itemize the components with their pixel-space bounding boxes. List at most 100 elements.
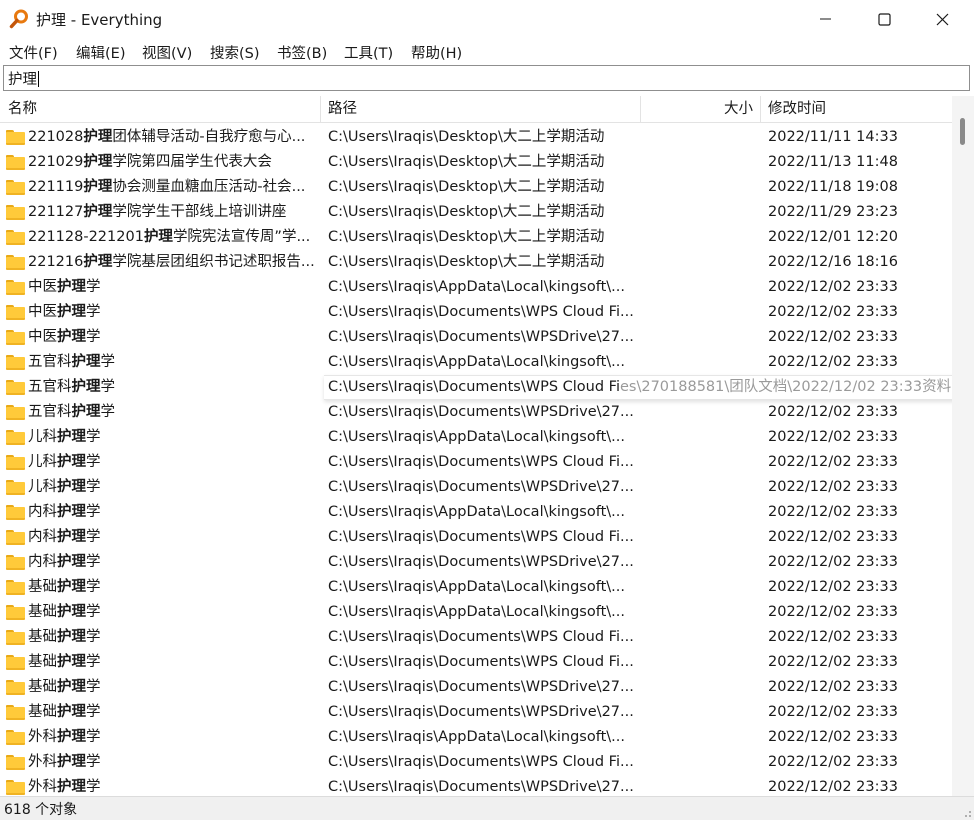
row-name-match: 护理 (57, 279, 86, 295)
row-date: 2022/12/01 12:20 (768, 229, 898, 245)
row-date: 2022/12/02 23:33 (768, 754, 898, 770)
row-name-suffix: 学 (86, 679, 101, 695)
row-name-suffix: 学院基层团组织书记述职报告... (112, 254, 315, 270)
menu-view[interactable]: 视图(V) (142, 42, 192, 63)
tooltip-text: C:\Users\Iraqis\Documents\WPS Cloud Fi (328, 379, 620, 395)
minimize-button[interactable] (798, 0, 854, 38)
row-path: C:\Users\Iraqis\Documents\WPSDrive\27... (328, 704, 634, 720)
column-size[interactable]: 大小 (724, 96, 753, 123)
result-row[interactable]: 221028护理团体辅导活动-自我疗愈与心... C:\Users\Iraqis\… (0, 125, 952, 150)
close-button[interactable] (914, 0, 970, 38)
folder-icon (6, 605, 25, 620)
minimize-icon (820, 18, 831, 20)
result-row[interactable]: 中医护理学 C:\Users\Iraqis\AppData\Local\kings… (0, 275, 952, 300)
folder-icon (6, 130, 25, 145)
row-date: 2022/11/11 14:33 (768, 129, 898, 145)
row-name-match: 护理 (57, 554, 86, 570)
row-name-match: 护理 (57, 629, 86, 645)
row-name-suffix: 学 (86, 754, 101, 770)
row-name-prefix: 儿科 (28, 454, 57, 470)
row-path: C:\Users\Iraqis\Desktop\大二上学期活动 (328, 179, 605, 195)
result-row[interactable]: 内科护理学 C:\Users\Iraqis\Documents\WPSDrive\… (0, 550, 952, 575)
folder-icon (6, 730, 25, 745)
column-divider[interactable] (760, 96, 761, 123)
result-row[interactable]: 五官科护理学 C:\Users\Iraqis\Documents\WPSDrive… (0, 400, 952, 425)
result-row[interactable]: 221029护理学院第四届学生代表大会 C:\Users\Iraqis\Deskt… (0, 150, 952, 175)
row-name-prefix: 221028 (28, 129, 84, 145)
row-name-prefix: 基础 (28, 654, 57, 670)
menu-edit[interactable]: 编辑(E) (76, 42, 125, 63)
row-name-prefix: 外科 (28, 754, 57, 770)
folder-icon (6, 255, 25, 270)
result-row[interactable]: 基础护理学 C:\Users\Iraqis\AppData\Local\kings… (0, 600, 952, 625)
result-row[interactable]: 五官科护理学 C:\Users\Iraqis\AppData\Local\king… (0, 350, 952, 375)
row-name-prefix: 五官科 (28, 354, 72, 370)
row-date: 2022/12/02 23:33 (768, 729, 898, 745)
menu-file[interactable]: 文件(F) (9, 42, 58, 63)
row-name-suffix: 学 (86, 454, 101, 470)
row-name-prefix: 中医 (28, 304, 57, 320)
result-row[interactable]: 中医护理学 C:\Users\Iraqis\Documents\WPS Cloud… (0, 300, 952, 325)
row-name: 中医护理学 (28, 275, 320, 300)
result-row[interactable]: 儿科护理学 C:\Users\Iraqis\AppData\Local\kings… (0, 425, 952, 450)
result-row[interactable]: 221119护理协会测量血糖血压活动-社会... C:\Users\Iraqis\… (0, 175, 952, 200)
folder-icon (6, 655, 25, 670)
result-row[interactable]: 基础护理学 C:\Users\Iraqis\AppData\Local\kings… (0, 575, 952, 600)
row-name-suffix: 学 (86, 329, 101, 345)
result-row[interactable]: 221128-221201护理学院宪法宣传周”学... C:\Users\Iraq… (0, 225, 952, 250)
row-name-match: 护理 (57, 429, 86, 445)
result-row[interactable]: 221216护理学院基层团组织书记述职报告... C:\Users\Iraqis\… (0, 250, 952, 275)
resize-grip-icon[interactable] (960, 806, 972, 818)
row-name-match: 护理 (57, 604, 86, 620)
result-row[interactable]: 外科护理学 C:\Users\Iraqis\AppData\Local\kings… (0, 725, 952, 750)
vertical-scrollbar[interactable] (952, 96, 974, 796)
search-input[interactable]: 护理 (3, 65, 970, 91)
result-row[interactable]: 外科护理学 C:\Users\Iraqis\Documents\WPS Cloud… (0, 750, 952, 775)
column-modified[interactable]: 修改时间 (768, 96, 826, 123)
row-name-prefix: 中医 (28, 279, 57, 295)
result-row[interactable]: 外科护理学 C:\Users\Iraqis\Documents\WPSDrive\… (0, 775, 952, 795)
menu-tools[interactable]: 工具(T) (344, 42, 393, 63)
row-path: C:\Users\Iraqis\AppData\Local\kingsoft\.… (328, 729, 625, 745)
result-row[interactable]: 基础护理学 C:\Users\Iraqis\Documents\WPSDrive\… (0, 675, 952, 700)
row-name: 221028护理团体辅导活动-自我疗愈与心... (28, 125, 320, 150)
result-row[interactable]: 内科护理学 C:\Users\Iraqis\AppData\Local\kings… (0, 500, 952, 525)
menu-search[interactable]: 搜索(S) (210, 42, 260, 63)
maximize-button[interactable] (856, 0, 912, 38)
result-row[interactable]: 内科护理学 C:\Users\Iraqis\Documents\WPS Cloud… (0, 525, 952, 550)
column-path[interactable]: 路径 (328, 96, 357, 123)
column-divider[interactable] (640, 96, 641, 123)
row-name-match: 护理 (83, 204, 113, 220)
folder-icon (6, 480, 25, 495)
result-row[interactable]: 基础护理学 C:\Users\Iraqis\Documents\WPS Cloud… (0, 625, 952, 650)
folder-icon (6, 155, 25, 170)
folder-icon (6, 355, 25, 370)
row-path: C:\Users\Iraqis\Documents\WPS Cloud Fi..… (328, 629, 634, 645)
row-name-match: 护理 (83, 254, 113, 270)
result-row[interactable]: 儿科护理学 C:\Users\Iraqis\Documents\WPS Cloud… (0, 450, 952, 475)
row-date: 2022/12/02 23:33 (768, 654, 898, 670)
result-row[interactable]: 中医护理学 C:\Users\Iraqis\Documents\WPSDrive\… (0, 325, 952, 350)
result-row[interactable]: 221127护理学院学生干部线上培训讲座 C:\Users\Iraqis\Desk… (0, 200, 952, 225)
row-name-match: 护理 (57, 654, 86, 670)
row-name-suffix: 学 (100, 404, 116, 420)
folder-icon (6, 205, 25, 220)
row-name-prefix: 五官科 (28, 379, 72, 395)
row-name-suffix: 学 (86, 704, 101, 720)
folder-icon (6, 230, 25, 245)
column-name[interactable]: 名称 (8, 96, 37, 123)
row-name-prefix: 内科 (28, 504, 57, 520)
row-name-match: 护理 (83, 129, 113, 145)
result-row[interactable]: 基础护理学 C:\Users\Iraqis\Documents\WPS Cloud… (0, 650, 952, 675)
title-bar: 护理 - Everything (0, 0, 974, 38)
menu-bookmarks[interactable]: 书签(B) (277, 42, 327, 63)
row-name-prefix: 内科 (28, 529, 57, 545)
row-name: 基础护理学 (28, 575, 320, 600)
menu-help[interactable]: 帮助(H) (411, 42, 462, 63)
row-name-match: 护理 (57, 579, 86, 595)
result-row[interactable]: 儿科护理学 C:\Users\Iraqis\Documents\WPSDrive\… (0, 475, 952, 500)
scrollbar-thumb[interactable] (960, 118, 965, 145)
result-row[interactable]: 基础护理学 C:\Users\Iraqis\Documents\WPSDrive\… (0, 700, 952, 725)
row-name-match: 护理 (71, 404, 101, 420)
column-divider[interactable] (320, 96, 321, 123)
